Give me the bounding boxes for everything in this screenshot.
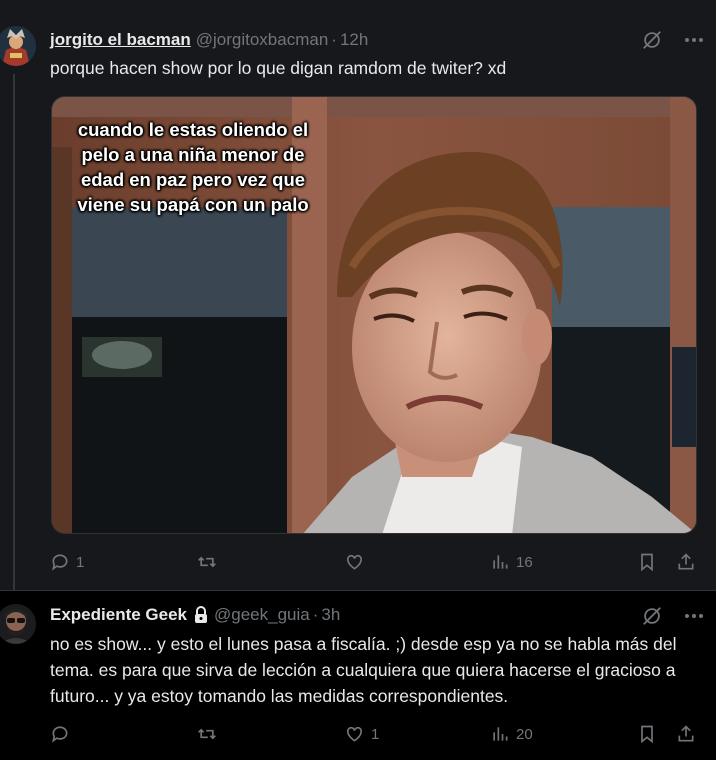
timeline: jorgito el bacman @jorgitoxbacman · 12h …: [0, 0, 716, 760]
reply-button[interactable]: [50, 721, 76, 747]
like-count: 1: [371, 725, 380, 743]
like-icon: [344, 724, 365, 744]
retweet-icon: [196, 724, 218, 744]
retweet-button[interactable]: [196, 721, 224, 747]
views-count: 16: [516, 553, 533, 571]
tweet-top-actions: [640, 28, 706, 52]
timestamp[interactable]: 12h: [340, 30, 368, 50]
views-button[interactable]: 20: [490, 721, 533, 747]
more-icon[interactable]: [682, 604, 706, 628]
like-icon: [344, 552, 365, 572]
timestamp[interactable]: 3h: [321, 605, 340, 625]
views-count: 20: [516, 725, 533, 743]
tweet-header: jorgito el bacman @jorgitoxbacman · 12h: [50, 29, 368, 51]
share-icon: [676, 724, 696, 744]
avatar[interactable]: [0, 604, 36, 644]
tweet-text: porque hacen show por lo que digan ramdo…: [50, 58, 507, 78]
bookmark-button[interactable]: [638, 549, 656, 575]
separator: ·: [312, 605, 319, 624]
like-button[interactable]: 1: [344, 721, 379, 747]
separator: ·: [331, 30, 337, 49]
thread-line: [13, 74, 15, 590]
views-button[interactable]: 16: [490, 549, 533, 575]
media-caption: cuando le estas oliendo el pelo a una ni…: [77, 119, 309, 215]
tweet-top-actions: [640, 604, 706, 628]
divider: [0, 590, 716, 591]
reply-icon: [50, 724, 70, 744]
views-icon: [490, 552, 510, 572]
bookmark-icon: [638, 552, 656, 572]
display-name[interactable]: Expediente Geek: [50, 605, 187, 625]
handle[interactable]: @jorgitoxbacman: [196, 30, 329, 50]
bookmark-button[interactable]: [638, 721, 656, 747]
views-icon: [490, 724, 510, 744]
retweet-icon: [196, 552, 218, 572]
grok-icon[interactable]: [640, 604, 664, 628]
share-button[interactable]: [676, 549, 696, 575]
retweet-button[interactable]: [196, 549, 224, 575]
handle[interactable]: @geek_guia: [214, 605, 310, 625]
share-icon: [676, 552, 696, 572]
reply-button[interactable]: 1: [50, 549, 84, 575]
bookmark-icon: [638, 724, 656, 744]
reply-count: 1: [76, 553, 85, 571]
display-name[interactable]: jorgito el bacman: [50, 30, 191, 50]
grok-icon[interactable]: [640, 28, 664, 52]
tweet-text: no es show... y esto el lunes pasa a fis…: [50, 634, 677, 706]
more-icon[interactable]: [682, 28, 706, 52]
lock-icon: [193, 606, 209, 624]
like-button[interactable]: [344, 549, 371, 575]
share-button[interactable]: [676, 721, 696, 747]
tweet-1[interactable]: jorgito el bacman @jorgitoxbacman · 12h …: [0, 0, 716, 590]
reply-icon: [50, 552, 70, 572]
avatar[interactable]: [0, 26, 36, 66]
tweet-header: Expediente Geek @geek_guia · 3h: [50, 604, 340, 626]
tweet-actions: 1 20: [50, 721, 702, 747]
tweet-actions: 1 16: [50, 549, 702, 575]
